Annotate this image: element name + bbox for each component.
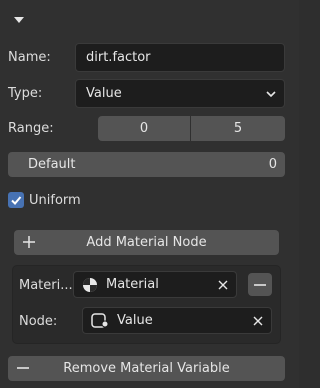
add-material-node-button[interactable]: Add Material Node bbox=[14, 230, 279, 255]
remove-material-variable-label: Remove Material Variable bbox=[63, 361, 230, 376]
range-max-value: 5 bbox=[233, 121, 243, 136]
checkmark-icon bbox=[11, 196, 22, 205]
type-dropdown[interactable]: Value bbox=[75, 79, 285, 108]
uniform-checkbox[interactable] bbox=[8, 192, 24, 208]
node-icon bbox=[91, 312, 109, 329]
name-value: dirt.factor bbox=[86, 50, 151, 65]
node-selector[interactable]: Value bbox=[82, 307, 272, 334]
range-label: Range: bbox=[8, 121, 54, 136]
name-label: Name: bbox=[8, 50, 51, 65]
plus-icon bbox=[22, 235, 36, 249]
default-value: 0 bbox=[268, 157, 277, 172]
material-value: Material bbox=[106, 277, 159, 292]
range-max-field[interactable]: 5 bbox=[191, 116, 285, 141]
clear-node-icon[interactable] bbox=[253, 316, 263, 326]
minus-icon bbox=[254, 283, 266, 287]
default-label: Default bbox=[28, 157, 76, 172]
type-label: Type: bbox=[8, 86, 43, 101]
clear-material-icon[interactable] bbox=[218, 280, 228, 290]
material-sphere-icon bbox=[82, 277, 98, 293]
remove-material-variable-button[interactable]: Remove Material Variable bbox=[8, 356, 285, 381]
node-value: Value bbox=[117, 313, 153, 328]
default-value-field[interactable]: Default 0 bbox=[8, 152, 285, 177]
type-value: Value bbox=[86, 86, 122, 101]
range-min-field[interactable]: 0 bbox=[98, 116, 190, 141]
add-material-node-label: Add Material Node bbox=[86, 235, 207, 250]
range-min-value: 0 bbox=[139, 121, 149, 136]
disclosure-triangle-down-icon[interactable] bbox=[13, 15, 25, 25]
chevron-down-icon bbox=[266, 90, 276, 98]
uniform-label: Uniform bbox=[29, 193, 81, 208]
material-selector[interactable]: Material bbox=[73, 271, 237, 298]
material-variable-panel: Name: dirt.factor Type: Value Range: 0 5… bbox=[0, 0, 299, 388]
name-field[interactable]: dirt.factor bbox=[75, 43, 285, 72]
remove-node-button[interactable] bbox=[248, 273, 272, 296]
node-label: Node: bbox=[19, 314, 58, 329]
minus-icon bbox=[17, 366, 29, 370]
material-label: Materi... bbox=[19, 278, 73, 293]
